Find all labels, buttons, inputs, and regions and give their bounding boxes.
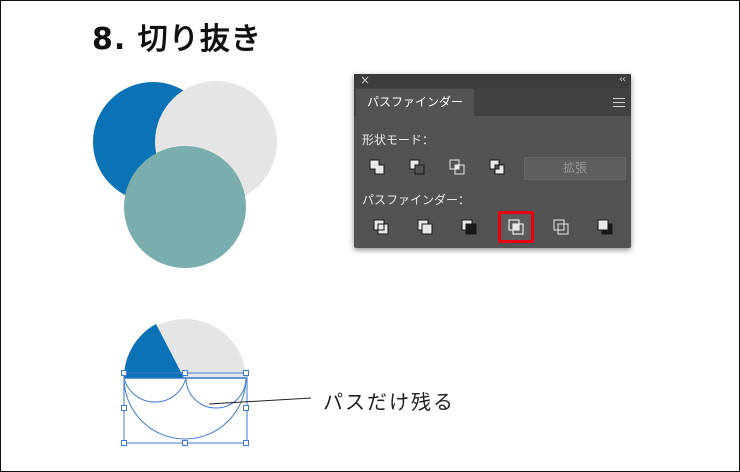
exclude-icon xyxy=(489,159,505,175)
bounding-box xyxy=(123,372,248,444)
tab-pathfinder[interactable]: パスファインダー xyxy=(356,89,474,116)
expand-button[interactable]: 拡張 xyxy=(524,157,626,180)
intersect-icon xyxy=(449,159,465,175)
pathfinders-label: パスファインダー： xyxy=(362,193,471,207)
shape-modes-label: 形状モード： xyxy=(362,133,435,147)
trim-button[interactable] xyxy=(412,214,438,240)
unite-icon xyxy=(369,159,385,175)
result-caption: パスだけ残る xyxy=(323,390,455,414)
panel-title-bar[interactable]: × ‹‹ xyxy=(354,73,631,88)
divide-icon xyxy=(373,219,389,235)
intersect-button[interactable] xyxy=(444,154,470,180)
outline-icon xyxy=(553,219,569,235)
trim-icon xyxy=(417,219,433,235)
collapse-icon[interactable]: ‹‹ xyxy=(619,74,626,85)
crop-icon xyxy=(508,219,524,235)
minus-front-button[interactable] xyxy=(404,154,430,180)
minus-back-button[interactable] xyxy=(592,214,618,240)
exclude-button[interactable] xyxy=(484,154,510,180)
teal-circle xyxy=(124,146,246,268)
merge-icon xyxy=(461,219,477,235)
close-icon[interactable]: × xyxy=(360,73,370,87)
panel-tab-bar: パスファインダー xyxy=(354,88,631,116)
hamburger-icon[interactable] xyxy=(613,98,625,107)
pathfinder-panel: × ‹‹ パスファインダー 形状モード： 拡張 パスファインダー： xyxy=(354,73,631,248)
outline-button[interactable] xyxy=(548,214,574,240)
unite-button[interactable] xyxy=(364,154,390,180)
crop-button[interactable] xyxy=(498,211,534,243)
minus-back-icon xyxy=(597,219,613,235)
caption-leader-line xyxy=(208,397,312,405)
minus-front-icon xyxy=(409,159,425,175)
divide-button[interactable] xyxy=(368,214,394,240)
merge-button[interactable] xyxy=(456,214,482,240)
remaining-path-selection[interactable] xyxy=(121,370,249,446)
